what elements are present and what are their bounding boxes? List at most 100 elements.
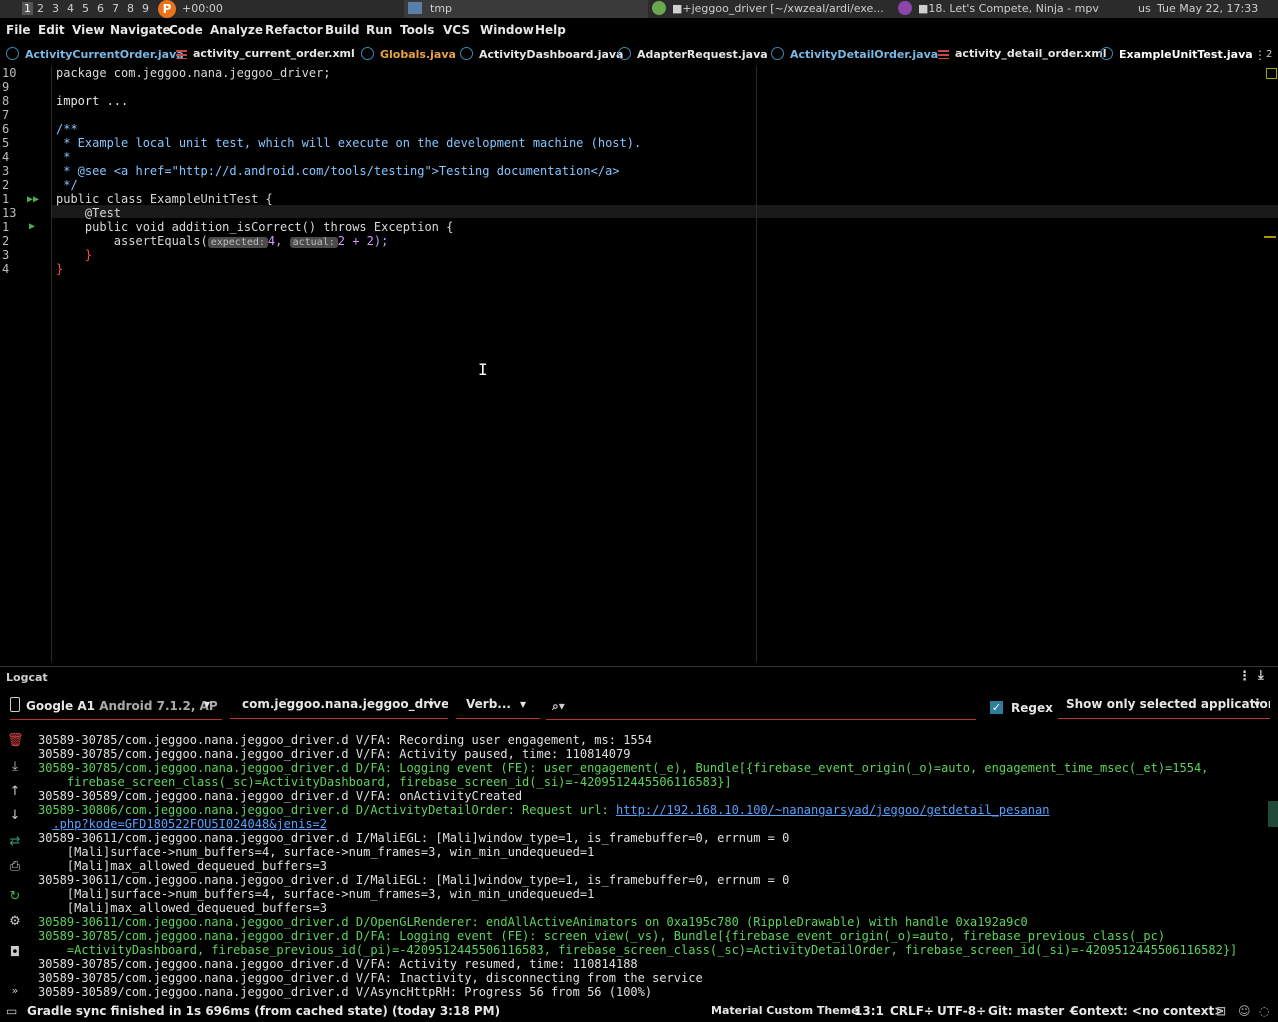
log-line: 30589-30785/com.jeggoo.nana.jeggoo_drive… — [38, 929, 1165, 943]
scroll-thumb[interactable] — [1268, 801, 1278, 827]
log-text: 30589-30611/com.jeggoo.nana.jeggoo_drive… — [38, 873, 790, 887]
workspace-2[interactable]: 2 — [37, 2, 44, 15]
workspace-3[interactable]: 3 — [52, 2, 59, 15]
menu-build[interactable]: Build — [325, 23, 360, 37]
menu-code[interactable]: Code — [169, 23, 203, 37]
code-text: } — [56, 248, 93, 262]
tab-label: ActivityCurrentOrder.java — [25, 48, 184, 61]
theme-indicator[interactable]: Material Custom Theme — [711, 1004, 859, 1017]
menu-run[interactable]: Run — [366, 23, 392, 37]
menu-file[interactable]: File — [6, 23, 31, 37]
log-text: 30589-30785/com.jeggoo.nana.jeggoo_drive… — [38, 929, 1166, 943]
tab-label: activity_current_order.xml — [193, 47, 355, 60]
code-text: @Test — [56, 206, 122, 220]
log-text: [Mali]surface->num_buffers=4, surface->n… — [38, 887, 595, 901]
inspection-ok-icon[interactable] — [1266, 68, 1277, 79]
menu-vcs[interactable]: VCS — [443, 23, 470, 37]
log-line: .php?kode=GFD180522FOU5I024048&jenis=2 — [38, 817, 327, 831]
camera-icon[interactable]: ◘ — [7, 945, 23, 961]
workspace-6[interactable]: 6 — [97, 2, 104, 15]
gear-icon[interactable]: ⚙ — [7, 914, 23, 930]
caret-position[interactable]: 13:1 — [854, 1004, 884, 1018]
menu-refactor[interactable]: Refactor — [265, 23, 323, 37]
filter-selector[interactable]: Show only selected application ▾ — [1058, 697, 1270, 719]
status-icon[interactable]: ▭ — [6, 1004, 17, 1018]
keyboard-locale[interactable]: us — [1138, 0, 1151, 18]
code-editor[interactable]: 10 9 8 7 6 5 4 3 2 1 13 1 2 3 4 package com.jeggoo.nan… — [0, 66, 1278, 662]
workspace-5[interactable]: 5 — [82, 2, 89, 15]
log-line: 30589-30785/com.jeggoo.nana.jeggoo_drive… — [38, 957, 638, 971]
panel-app-icon[interactable]: P — [158, 0, 176, 18]
task-label: ■+jeggoo_driver [~/xwzeal/ardi/exe... — [672, 2, 884, 15]
code-text: package com.jeggoo.nana.jeggoo_driver; — [56, 66, 331, 80]
search-input[interactable] — [568, 697, 953, 714]
task-tmp[interactable]: tmp — [404, 0, 648, 18]
tab-activitycurrentorder-java[interactable]: ActivityCurrentOrder.java — [6, 47, 184, 66]
tab-overflow-menu-icon[interactable]: ⋮ — [1254, 48, 1266, 62]
device-name: Google A1 — [26, 699, 95, 713]
logcat-output[interactable]: 30589-30785/com.jeggoo.nana.jeggoo_drive… — [38, 727, 1278, 999]
tab-activity-current-order-xml[interactable]: activity_current_order.xml — [176, 47, 355, 66]
java-class-icon — [1100, 47, 1113, 60]
tab-activitydetailorder-java[interactable]: ActivityDetailOrder.java — [771, 47, 938, 66]
tab-activitydashboard-java[interactable]: ActivityDashboard.java — [460, 47, 623, 66]
more-icon[interactable]: » — [7, 983, 23, 999]
print-icon[interactable]: ⎙ — [7, 859, 23, 875]
workspace-8[interactable]: 8 — [127, 2, 134, 15]
restart-icon[interactable]: ↻ — [7, 889, 23, 905]
task-mpv[interactable]: ■18. Let's Compete, Ninja - mpv — [894, 0, 1138, 18]
task-android-studio[interactable]: ■+jeggoo_driver [~/xwzeal/ardi/exe... — [648, 0, 892, 18]
menu-window[interactable]: Window — [480, 23, 534, 37]
logcat-options-icon[interactable]: ⋮ — [1238, 669, 1251, 684]
log-url-link[interactable]: http://192.168.10.100/~nanangarsyad/jegg… — [616, 803, 1049, 817]
phone-icon — [10, 697, 20, 712]
workspace-9[interactable]: 9 — [142, 2, 149, 15]
process-selector[interactable]: com.jeggoo.nana.jeggoo_driver. ▾ — [230, 697, 448, 719]
soft-wrap-icon[interactable]: ⇄ — [7, 834, 23, 850]
search-field[interactable]: ⌕▾ — [546, 697, 976, 720]
up-arrow-icon[interactable]: ↑ — [7, 784, 23, 800]
workspace-1[interactable]: 1 — [22, 2, 33, 15]
inspector-icon[interactable]: ☺ — [1238, 1004, 1251, 1018]
log-url-link-continued[interactable]: .php?kode=GFD180522FOU5I024048&jenis=2 — [52, 817, 327, 831]
menu-view[interactable]: View — [72, 23, 104, 37]
lock-icon[interactable]: ⊡ — [1216, 1004, 1226, 1018]
run-test-method-icon[interactable]: ▶ — [29, 221, 35, 232]
menu-navigate[interactable]: Navigate — [110, 23, 171, 37]
workspace-4[interactable]: 4 — [67, 2, 74, 15]
file-encoding[interactable]: UTF-8÷ — [937, 1004, 986, 1018]
menu-help[interactable]: Help — [535, 23, 566, 37]
scroll-to-end-icon[interactable]: ⤓ — [7, 759, 23, 775]
arg-actual: 2 + 2); — [337, 234, 389, 248]
code-text: /** — [56, 122, 78, 136]
line-number: 2 — [2, 178, 10, 192]
log-text: firebase_screen_class(_sc)=ActivityDashb… — [38, 775, 732, 789]
logcat-toolbar: Google A1 Android 7.1.2, AP ▾ com.jeggoo… — [0, 693, 1278, 723]
menu-analyze[interactable]: Analyze — [210, 23, 263, 37]
tab-exampleunittest-java[interactable]: ExampleUnitTest.java — [1100, 47, 1253, 69]
context-indicator[interactable]: Context: <no context> — [1070, 1004, 1224, 1018]
code-line: * — [56, 150, 70, 164]
device-selector[interactable]: Google A1 Android 7.1.2, AP ▾ — [10, 697, 222, 720]
run-test-class-icon[interactable]: ▶▶ — [27, 194, 39, 205]
regex-checkbox[interactable]: ✓ — [990, 701, 1003, 714]
tab-adapterrequest-java[interactable]: AdapterRequest.java — [618, 47, 768, 66]
log-level-selector[interactable]: Verb... ▾ — [456, 697, 540, 719]
menu-tools[interactable]: Tools — [400, 23, 434, 37]
code-text: * Example local unit test, which will ex… — [56, 136, 642, 150]
workspace-7[interactable]: 7 — [112, 2, 119, 15]
tab-activity-detail-order-xml[interactable]: activity_detail_order.xml — [938, 47, 1107, 66]
line-separator[interactable]: CRLF÷ — [890, 1004, 934, 1018]
trash-icon[interactable]: 🗑 — [7, 733, 24, 749]
status-message[interactable]: Gradle sync finished in 1s 696ms (from c… — [27, 1004, 500, 1018]
code-text: public class ExampleUnitTest { — [56, 192, 273, 206]
git-branch[interactable]: Git: master ÷ — [988, 1004, 1078, 1018]
hide-panel-icon[interactable]: ⤓ — [1258, 668, 1264, 683]
log-text: [Mali]max_allowed_dequeued_buffers=3 — [38, 901, 327, 915]
tab-globals-java[interactable]: Globals.java — [361, 47, 456, 66]
down-arrow-icon[interactable]: ↓ — [7, 808, 23, 824]
search-icon: ⌕▾ — [552, 699, 565, 713]
event-log-icon[interactable]: ◌ — [1259, 1004, 1269, 1018]
datetime[interactable]: Tue May 22, 17:33 — [1157, 0, 1258, 18]
menu-edit[interactable]: Edit — [38, 23, 65, 37]
